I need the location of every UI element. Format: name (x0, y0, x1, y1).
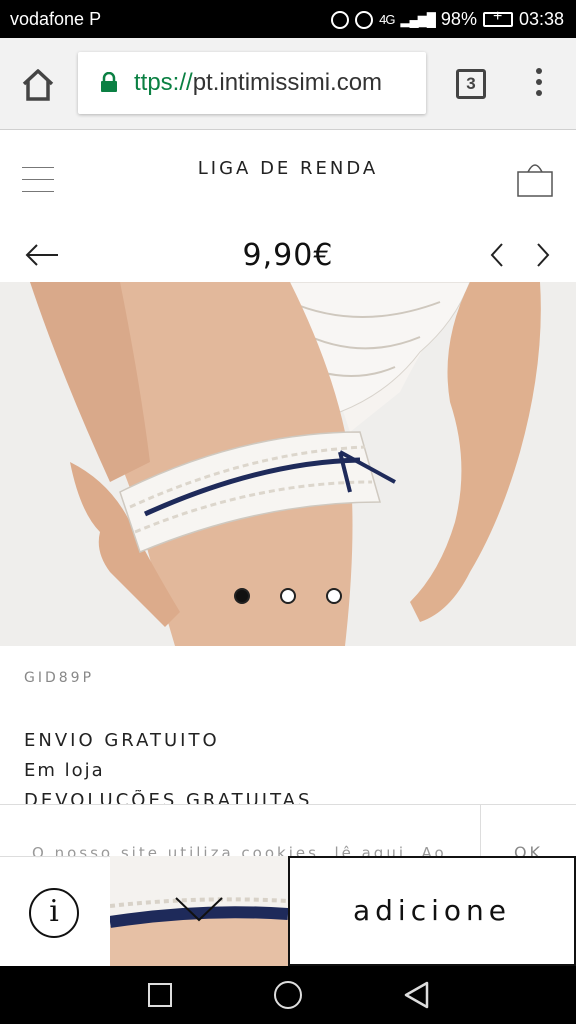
status-bar: vodafone P 4G ▂▄▆█ 98% 03:38 (0, 0, 576, 38)
url-host: pt.intimissimi.com (192, 69, 383, 96)
url-text: ttps://pt.intimissimi.com (134, 69, 382, 97)
add-to-bag-button[interactable]: adicione (288, 856, 576, 966)
address-bar[interactable]: ttps://pt.intimissimi.com (78, 52, 426, 114)
back-triangle-icon[interactable] (402, 980, 430, 1010)
home-icon[interactable] (18, 66, 58, 102)
alarm-icon (355, 10, 374, 29)
data-saver-icon (331, 10, 350, 29)
overflow-menu-icon[interactable] (532, 68, 546, 102)
battery-icon (482, 8, 513, 27)
info-panel: i (0, 856, 110, 966)
site-header: LIGA DE RENDA (0, 130, 576, 230)
previous-product-icon[interactable] (488, 240, 506, 270)
carousel-dots (0, 588, 576, 608)
recent-apps-icon[interactable] (148, 983, 172, 1007)
browser-toolbar: ttps://pt.intimissimi.com 3 (0, 38, 576, 130)
carousel-dot[interactable] (280, 588, 296, 604)
chevron-down-icon[interactable] (174, 894, 224, 924)
battery-percent: 98% (440, 9, 477, 29)
url-scheme: ttps:// (134, 69, 193, 96)
network-type: 4G (379, 12, 395, 27)
next-product-icon[interactable] (534, 240, 552, 270)
signal-icon: ▂▄▆█ (400, 11, 436, 27)
product-image[interactable] (0, 282, 576, 646)
status-icons: 4G ▂▄▆█ 98% 03:38 (331, 8, 564, 30)
price-row: 9,90€ (0, 230, 576, 282)
product-sku: GID89P (24, 670, 95, 686)
system-nav-bar (0, 966, 576, 1024)
tab-switcher-button[interactable]: 3 (456, 69, 486, 99)
product-thumbnail[interactable] (110, 856, 288, 966)
shopping-bag-icon[interactable] (516, 160, 556, 198)
bottom-action-bar: i adicione (0, 856, 576, 966)
clock: 03:38 (518, 9, 564, 29)
shipping-title: ENVIO GRATUITO (24, 730, 220, 751)
carousel-dot[interactable] (234, 588, 250, 604)
info-icon[interactable]: i (29, 888, 79, 938)
home-circle-icon[interactable] (274, 981, 302, 1009)
carousel-dot[interactable] (326, 588, 342, 604)
page-title: LIGA DE RENDA (197, 158, 379, 179)
carrier-name: vodafone P (10, 9, 102, 29)
shipping-subtitle: Em loja (24, 760, 105, 781)
lock-icon (100, 71, 118, 92)
